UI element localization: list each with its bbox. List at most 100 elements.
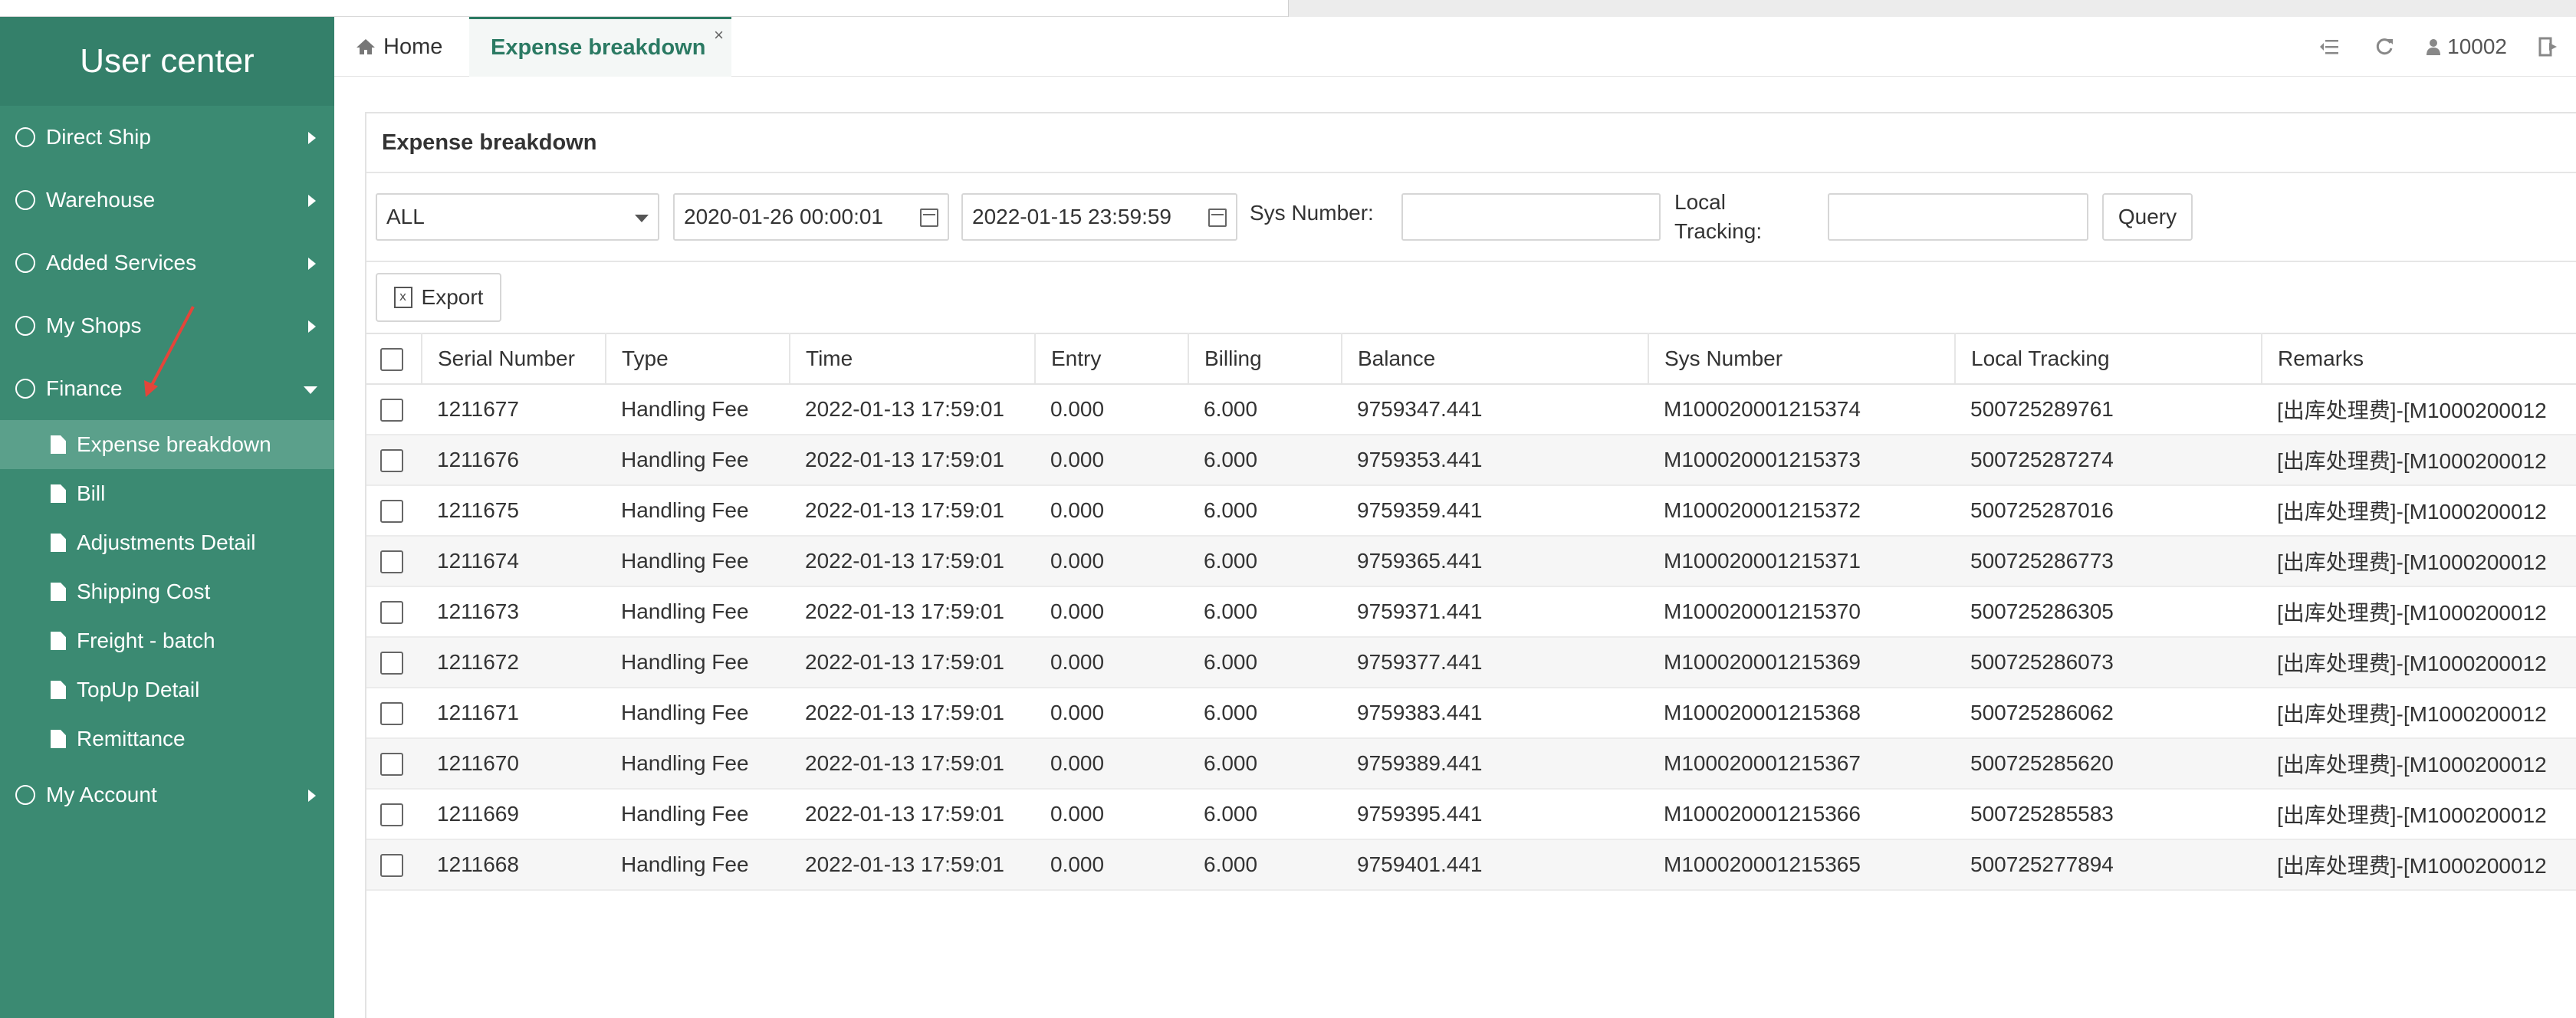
browser-tab-inactive[interactable] — [1288, 0, 2576, 17]
table-cell: [出库处理费]-[M1000200012 — [2262, 384, 2576, 435]
table-cell: 9759377.441 — [1342, 637, 1648, 688]
home-icon — [356, 39, 375, 54]
table-cell: 2022-01-13 17:59:01 — [790, 688, 1035, 739]
document-icon — [51, 681, 66, 699]
export-label: Export — [421, 285, 484, 309]
table-cell: 1211673 — [422, 586, 606, 638]
row-checkbox-cell[interactable] — [366, 688, 422, 739]
table-cell: 1211668 — [422, 839, 606, 891]
table-cell: 0.000 — [1035, 839, 1188, 891]
table-row[interactable]: 1211672 Handling Fee 2022-01-13 17:59:01 0.… — [366, 637, 2576, 688]
select-all-checkbox-cell[interactable] — [366, 333, 422, 385]
table-row[interactable]: 1211668 Handling Fee 2022-01-13 17:59:01 0.… — [366, 839, 2576, 891]
table-cell: M100020001215369 — [1648, 637, 1955, 688]
tab-expense-breakdown[interactable]: Expense breakdown × — [469, 17, 731, 77]
checkbox[interactable] — [380, 854, 403, 878]
row-checkbox-cell[interactable] — [366, 586, 422, 638]
table-cell: 500725285620 — [1955, 738, 2262, 790]
sidebar: User center Direct Ship Warehouse Added … — [0, 17, 334, 1018]
table-cell: 6.000 — [1188, 738, 1342, 790]
row-checkbox-cell[interactable] — [366, 637, 422, 688]
menu-item-my-account[interactable]: My Account — [0, 764, 334, 826]
submenu-item-label: Shipping Cost — [77, 580, 211, 603]
submenu-item-remittance[interactable]: Remittance — [0, 714, 334, 764]
checkbox[interactable] — [380, 550, 403, 574]
submenu-item-freight-batch[interactable]: Freight - batch — [0, 616, 334, 665]
checkbox[interactable] — [380, 652, 403, 675]
table-row[interactable]: 1211673 Handling Fee 2022-01-13 17:59:01 0.… — [366, 586, 2576, 638]
row-checkbox-cell[interactable] — [366, 789, 422, 840]
excel-file-icon: x — [393, 287, 412, 308]
checkbox[interactable] — [380, 348, 403, 372]
table-cell: 1211669 — [422, 789, 606, 840]
checkbox[interactable] — [380, 702, 403, 726]
row-checkbox-cell[interactable] — [366, 384, 422, 435]
row-checkbox-cell[interactable] — [366, 536, 422, 587]
document-icon — [51, 632, 66, 650]
table-row[interactable]: 1211676 Handling Fee 2022-01-13 17:59:01 0.… — [366, 435, 2576, 486]
row-checkbox-cell[interactable] — [366, 738, 422, 790]
table-cell: 9759401.441 — [1342, 839, 1648, 891]
table-cell: 500725286773 — [1955, 536, 2262, 587]
logout-icon[interactable] — [2538, 36, 2559, 57]
table-cell: 0.000 — [1035, 637, 1188, 688]
checkbox[interactable] — [380, 399, 403, 422]
column-header[interactable]: Time — [790, 333, 1036, 385]
table-row[interactable]: 1211675 Handling Fee 2022-01-13 17:59:01 0.… — [366, 485, 2576, 537]
row-checkbox-cell[interactable] — [366, 839, 422, 891]
query-button[interactable]: Query — [2102, 193, 2193, 241]
browser-tab-strip — [0, 0, 2576, 17]
table-cell: 0.000 — [1035, 384, 1188, 435]
document-icon — [51, 484, 66, 503]
sys-number-input[interactable] — [1401, 193, 1661, 241]
document-icon — [51, 534, 66, 552]
table-cell: 0.000 — [1035, 738, 1188, 790]
close-icon[interactable]: × — [714, 25, 724, 45]
document-icon — [51, 730, 66, 748]
tab-home[interactable]: Home — [356, 17, 442, 77]
table-row[interactable]: 1211674 Handling Fee 2022-01-13 17:59:01 0.… — [366, 536, 2576, 587]
checkbox[interactable] — [380, 803, 403, 827]
local-tracking-label-1: Local — [1674, 190, 1726, 214]
table-row[interactable]: 1211677 Handling Fee 2022-01-13 17:59:01 0.… — [366, 384, 2576, 435]
refresh-icon[interactable] — [2374, 36, 2395, 57]
type-select-value: ALL — [386, 205, 425, 228]
submenu-item-label: Adjustments Detail — [77, 530, 256, 554]
table-body: 1211677 Handling Fee 2022-01-13 17:59:01 0.… — [366, 384, 2576, 891]
menu-collapse-icon[interactable] — [2318, 36, 2340, 57]
export-button[interactable]: x Export — [376, 273, 501, 322]
submenu-item-topup-detail[interactable]: TopUp Detail — [0, 665, 334, 714]
checkbox[interactable] — [380, 500, 403, 524]
column-header[interactable]: Local Tracking — [1955, 333, 2262, 385]
column-header[interactable]: Entry — [1035, 333, 1189, 385]
submenu-item-shipping-cost[interactable]: Shipping Cost — [0, 567, 334, 616]
table-cell: 1211674 — [422, 536, 606, 587]
column-header[interactable]: Type — [606, 333, 790, 385]
local-tracking-input[interactable] — [1828, 193, 2088, 241]
row-checkbox-cell[interactable] — [366, 485, 422, 537]
table-row[interactable]: 1211669 Handling Fee 2022-01-13 17:59:01 0.… — [366, 789, 2576, 840]
column-header[interactable]: Sys Number — [1648, 333, 1956, 385]
checkbox[interactable] — [380, 753, 403, 777]
annotation-arrow-icon — [144, 306, 195, 397]
date-from-input[interactable]: 2020-01-26 00:00:01 — [673, 193, 949, 241]
checkbox[interactable] — [380, 449, 403, 473]
date-to-input[interactable]: 2022-01-15 23:59:59 — [961, 193, 1237, 241]
type-select[interactable]: ALL — [376, 193, 659, 241]
submenu-item-label: Remittance — [77, 727, 186, 750]
table-row[interactable]: 1211671 Handling Fee 2022-01-13 17:59:01 0.… — [366, 688, 2576, 739]
row-checkbox-cell[interactable] — [366, 435, 422, 486]
user-menu[interactable]: 10002 — [2426, 34, 2507, 59]
user-id-label: 10002 — [2447, 34, 2507, 58]
column-header[interactable]: Serial Number — [422, 333, 606, 385]
table-row[interactable]: 1211670 Handling Fee 2022-01-13 17:59:01 0.… — [366, 738, 2576, 790]
column-header[interactable]: Billing — [1188, 333, 1342, 385]
submenu-item-adjustments-detail[interactable]: Adjustments Detail — [0, 518, 334, 567]
table-cell: [出库处理费]-[M1000200012 — [2262, 536, 2576, 587]
chevron-down-icon — [635, 215, 649, 222]
tab-home-label: Home — [383, 34, 443, 59]
column-header[interactable]: Remarks — [2262, 333, 2576, 385]
column-header[interactable]: Balance — [1342, 333, 1649, 385]
checkbox[interactable] — [380, 601, 403, 625]
local-tracking-label-2: Tracking: — [1674, 219, 1763, 243]
